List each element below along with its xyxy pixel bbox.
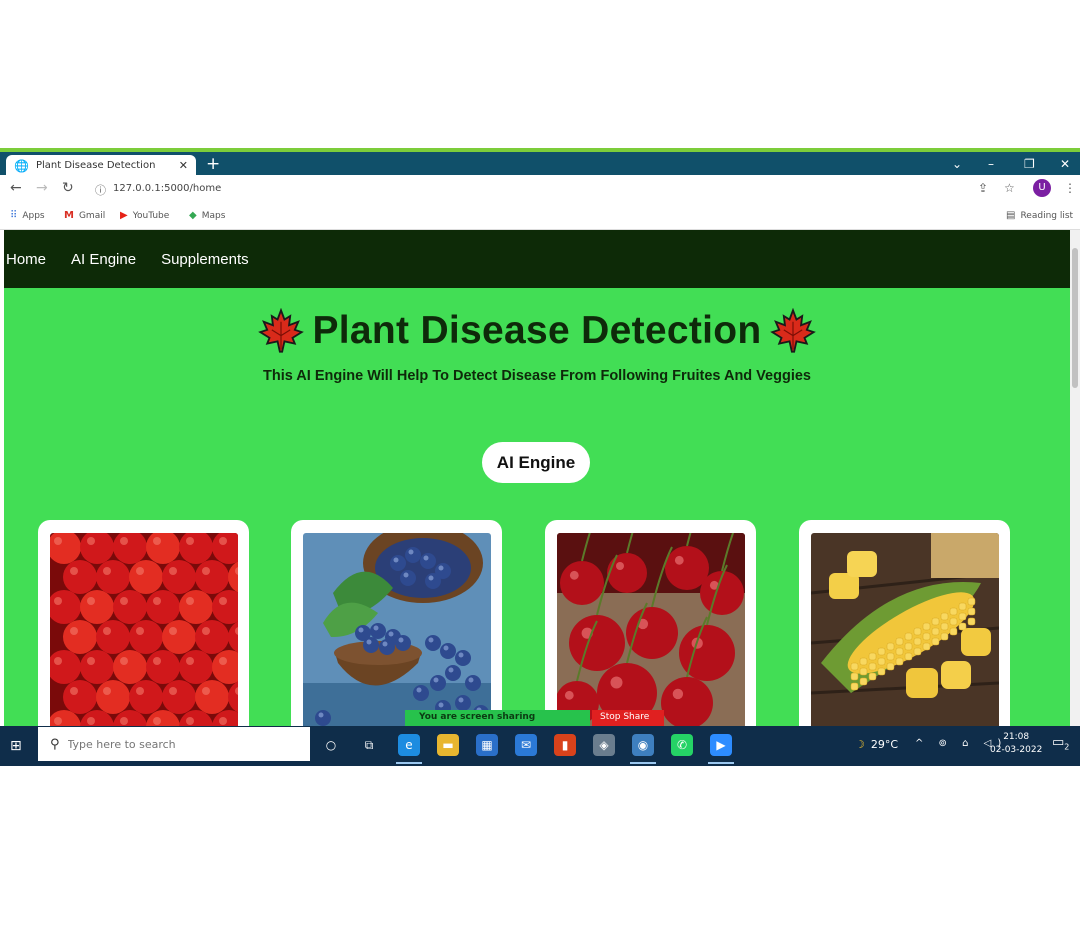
screenshot-frame: 🌐 Plant Disease Detection ✕ + ⌄ – ❐ ✕ ← … [0,148,1080,766]
taskbar-search[interactable]: ⚲ [38,727,310,761]
edge-icon[interactable]: e [398,734,420,756]
nav-ai-engine[interactable]: AI Engine [71,251,136,268]
app-icon[interactable]: ◈ [593,734,615,756]
new-tab-button[interactable]: + [206,154,220,174]
fruit-card-corn[interactable] [799,520,1010,726]
browser-tab[interactable]: 🌐 Plant Disease Detection ✕ [6,155,196,176]
apps-grid-icon: ⠿ [10,210,18,221]
bookmark-star-icon[interactable]: ☆ [1004,181,1015,195]
screen-share-message: You are screen sharing [405,710,590,726]
fruit-card-cherries[interactable] [545,520,756,726]
fruit-card-blueberries[interactable] [291,520,502,726]
browser-tab-strip: 🌐 Plant Disease Detection ✕ + ⌄ – ❐ ✕ [0,148,1080,176]
stop-share-button[interactable]: Stop Share [592,710,664,726]
minimize-icon[interactable]: – [988,154,994,174]
clock-date: 02-03-2022 [990,745,1043,755]
file-explorer-icon[interactable]: ▬ [437,734,459,756]
maple-leaf-icon [258,308,305,353]
apples-image [50,533,238,726]
gmail-icon: M [64,210,74,221]
chrome-icon[interactable]: ◉ [632,734,654,756]
notification-count: 2 [1064,742,1070,752]
windows-start-icon[interactable]: ⊞ [10,738,22,754]
share-icon[interactable]: ⇪ [978,181,988,195]
bookmark-gmail[interactable]: M Gmail [64,210,105,221]
office-icon[interactable]: ▮ [554,734,576,756]
address-bar-row: ← → ↻ ⓘ 127.0.0.1:5000/home ⇪ ☆ U ⋮ [0,175,1080,203]
tab-search-icon[interactable]: ⌄ [952,154,962,174]
page-scrollbar[interactable] [1070,230,1080,726]
globe-icon: 🌐 [14,158,29,173]
cherries-image [557,533,745,726]
restore-icon[interactable]: ❐ [1024,154,1035,174]
blueberries-image [303,533,491,726]
notification-icon[interactable]: ▭2 [1052,735,1069,752]
cortana-icon[interactable]: ○ [320,734,342,756]
clock-time: 21:08 [1003,732,1030,742]
fruit-card-apples[interactable] [38,520,249,726]
bookmark-apps[interactable]: ⠿ Apps [10,210,45,221]
zoom-icon[interactable]: ▶ [710,734,732,756]
reload-icon[interactable]: ↻ [62,180,74,196]
hero-title-row: Plant Disease Detection [4,308,1070,354]
youtube-icon: ▶ [120,210,128,221]
maple-leaf-icon [769,308,816,353]
taskbar-active-indicator [708,762,734,764]
reading-list[interactable]: ▤ Reading list [1006,210,1073,221]
url-field[interactable]: 127.0.0.1:5000/home [113,183,221,194]
windows-taskbar: ⊞ ⚲ ○ ⧉ e ▬ ▦ ✉ ▮ ◈ ◉ ✆ ▶ ☽ 29°C ^ ⊚ ⌂ ◁… [0,726,1080,766]
corn-image [811,533,999,726]
back-icon[interactable]: ← [10,180,22,196]
mail-icon[interactable]: ✉ [515,734,537,756]
screen-share-bar: You are screen sharing Stop Share [405,710,664,726]
ai-engine-button[interactable]: AI Engine [482,442,590,483]
taskbar-clock[interactable]: 21:08 02-03-2022 [990,731,1042,757]
scrollbar-thumb[interactable] [1072,248,1078,388]
temperature: 29°C [870,738,899,751]
forward-icon[interactable]: → [36,180,48,196]
page-title: Plant Disease Detection [312,309,762,352]
page-subtitle: This AI Engine Will Help To Detect Disea… [263,368,811,384]
taskbar-active-indicator [630,762,656,764]
store-icon[interactable]: ▦ [476,734,498,756]
bookmark-youtube[interactable]: ▶ YouTube [120,210,169,221]
whatsapp-icon[interactable]: ✆ [671,734,693,756]
taskbar-active-indicator [396,762,422,764]
tab-title: Plant Disease Detection [35,160,156,171]
bookmarks-bar: ⠿ Apps M Gmail ▶ YouTube ◆ Maps ▤ Readin… [0,203,1080,230]
search-icon: ⚲ [50,736,60,752]
reading-list-icon: ▤ [1006,210,1016,221]
moon-icon: ☽ [855,738,865,751]
tab-close-icon[interactable]: ✕ [179,159,188,172]
weather-widget[interactable]: ☽ 29°C [855,738,898,751]
task-view-icon[interactable]: ⧉ [358,734,380,756]
site-info-icon[interactable]: ⓘ [95,182,106,198]
site-navbar: Home AI Engine Supplements [4,230,1070,288]
maps-icon: ◆ [189,210,197,221]
nav-home[interactable]: Home [6,251,46,268]
page-viewport: Home AI Engine Supplements Plant Disease… [4,230,1070,726]
taskbar-search-input[interactable] [67,737,288,751]
profile-avatar[interactable]: U [1033,179,1051,197]
menu-dots-icon[interactable]: ⋮ [1064,181,1076,195]
bookmark-maps[interactable]: ◆ Maps [189,210,225,221]
nav-supplements[interactable]: Supplements [161,251,249,268]
window-close-icon[interactable]: ✕ [1060,154,1070,174]
